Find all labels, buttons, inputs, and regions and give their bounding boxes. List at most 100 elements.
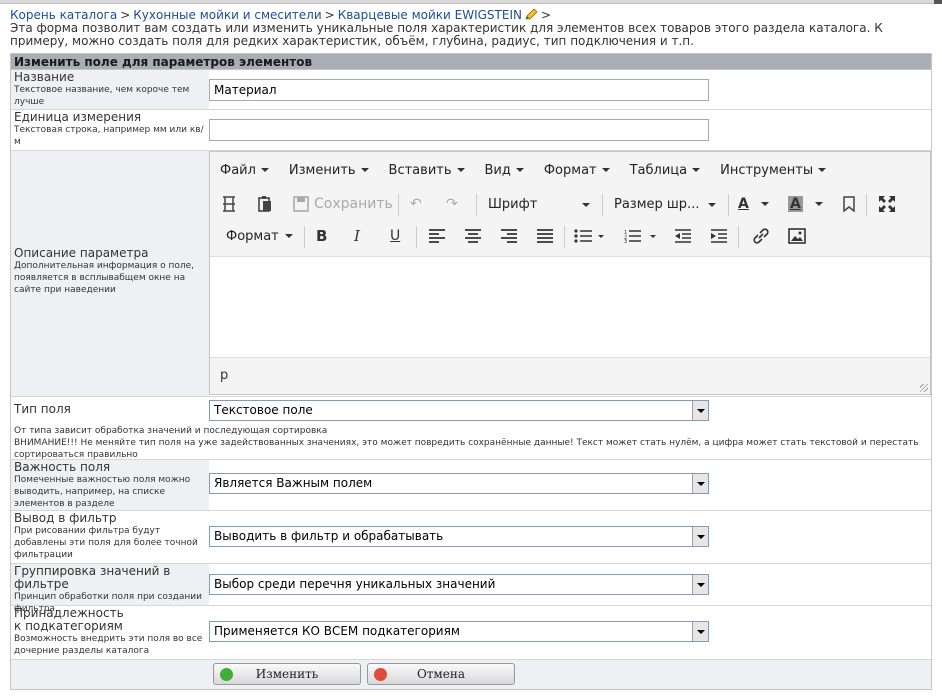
menu-view[interactable]: Вид xyxy=(485,163,524,178)
breadcrumb-separator: > xyxy=(324,8,335,22)
chevron-down-icon[interactable] xyxy=(692,401,708,420)
font-family-label: Шрифт xyxy=(488,196,538,212)
menu-table[interactable]: Таблица xyxy=(630,163,701,178)
row-unit: Единица измерения Текстовая строка, напри… xyxy=(11,110,931,151)
outdent-icon[interactable] xyxy=(674,224,692,248)
menu-edit[interactable]: Изменить xyxy=(289,163,369,178)
field-type-label: Тип поля xyxy=(14,402,71,416)
row-actions: Изменить Отмена xyxy=(11,660,931,689)
bookmark-icon[interactable] xyxy=(842,192,856,216)
link-icon[interactable] xyxy=(752,224,770,248)
filter-output-select[interactable]: Выводить в фильтр и обрабатывать xyxy=(209,526,709,547)
check-icon xyxy=(220,668,233,681)
font-family-dropdown[interactable]: Шрифт xyxy=(488,192,592,216)
breadcrumb-separator: > xyxy=(540,8,552,22)
cancel-icon xyxy=(374,668,387,681)
unit-label: Единица измерения xyxy=(14,110,142,124)
breadcrumb-root-link[interactable]: Корень каталога xyxy=(10,8,117,22)
filter-grouping-label: Группировка значений в фильтре xyxy=(14,564,171,591)
filter-output-value: Выводить в фильтр и обрабатывать xyxy=(214,529,444,543)
redo-icon[interactable]: ↷ xyxy=(446,192,458,216)
importance-desc: Помеченные важностью поля можно выводить… xyxy=(14,475,191,509)
cut-icon[interactable] xyxy=(220,192,238,216)
background-color-icon[interactable]: A xyxy=(788,192,823,216)
paste-icon[interactable] xyxy=(256,192,274,216)
filter-output-label: Вывод в фильтр xyxy=(14,511,117,525)
bullet-list-icon[interactable] xyxy=(574,224,604,248)
field-type-note: От типа зависит обработка значений и пос… xyxy=(14,426,328,436)
bold-icon[interactable]: B xyxy=(316,224,327,248)
editor-menubar: Файл Изменить Вставить Вид Формат Таблиц… xyxy=(210,152,930,188)
fullscreen-icon[interactable] xyxy=(878,192,896,216)
numbered-list-icon[interactable]: 123 xyxy=(624,224,656,248)
breadcrumb-current-link[interactable]: Кварцевые мойки EWIGSTEIN xyxy=(338,8,522,22)
save-button[interactable]: Сохранить xyxy=(292,192,393,216)
field-type-warning: ВНИМАНИЕ!!! Не меняйте тип поля на уже з… xyxy=(14,438,919,460)
description-label: Описание параметра xyxy=(14,246,149,260)
text-color-icon[interactable]: A xyxy=(738,192,769,216)
importance-value: Является Важным полем xyxy=(214,476,373,490)
menu-tools[interactable]: Инструменты xyxy=(720,163,826,178)
chevron-down-icon[interactable] xyxy=(692,622,708,641)
image-icon[interactable] xyxy=(788,224,806,248)
name-label: Название xyxy=(14,70,75,84)
unit-desc: Текстовая строка, например мм или кв/м xyxy=(14,125,204,147)
importance-select[interactable]: Является Важным полем xyxy=(209,473,709,494)
name-input[interactable] xyxy=(209,79,709,101)
breadcrumb-category-link[interactable]: Кухонные мойки и смесители xyxy=(133,8,321,22)
row-name: Название Текстовое название, чем короче т… xyxy=(11,70,931,110)
align-justify-icon[interactable] xyxy=(536,224,554,248)
indent-icon[interactable] xyxy=(710,224,728,248)
form-header: Изменить поле для параметров элементов xyxy=(11,54,931,70)
row-description: Описание параметра Дополнительная информа… xyxy=(11,151,931,397)
submit-button[interactable]: Изменить xyxy=(213,663,361,685)
subcategories-value: Применяется КО ВСЕМ подкатегориям xyxy=(214,624,460,638)
font-size-dropdown[interactable]: Размер шр... xyxy=(614,192,718,216)
editor-toolbar-2: Формат B I U 123 xyxy=(210,220,930,252)
subcategories-desc: Возможность внедрить эти поля во все доч… xyxy=(14,634,203,656)
rich-text-editor: Файл Изменить Вставить Вид Формат Таблиц… xyxy=(209,151,931,395)
subcategories-label: Принадлежность к подкатегориям xyxy=(14,606,124,633)
svg-text:3: 3 xyxy=(624,239,627,243)
unit-input[interactable] xyxy=(209,119,709,141)
cancel-label: Отмена xyxy=(416,667,466,681)
submit-label: Изменить xyxy=(255,667,319,681)
row-filter-output: Вывод в фильтр При рисовании фильтра буду… xyxy=(11,511,931,564)
row-filter-grouping: Группировка значений в фильтре Принцип об… xyxy=(11,564,931,614)
breadcrumb-separator: > xyxy=(120,8,131,22)
row-subcategories: Принадлежность к подкатегориям Возможност… xyxy=(11,606,931,660)
format-dropdown[interactable]: Формат xyxy=(226,224,293,248)
chevron-down-icon[interactable] xyxy=(692,575,708,594)
cancel-button[interactable]: Отмена xyxy=(367,663,515,685)
italic-icon[interactable]: I xyxy=(354,224,360,248)
format-label: Формат xyxy=(226,228,279,244)
editor-toolbar-1: Сохранить ↶ ↷ Шрифт Размер шр... A A xyxy=(210,188,930,220)
importance-label: Важность поля xyxy=(14,460,111,474)
font-size-label: Размер шр... xyxy=(614,196,700,212)
window-top-edge xyxy=(0,0,942,4)
underline-icon[interactable]: U xyxy=(390,224,400,248)
chevron-down-icon[interactable] xyxy=(692,474,708,493)
row-field-type-note: От типа зависит обработка значений и пос… xyxy=(11,423,931,460)
align-left-icon[interactable] xyxy=(428,224,446,248)
filter-grouping-select[interactable]: Выбор среди перечня уникальных значений xyxy=(209,574,709,595)
name-desc: Текстовое название, чем короче тем лучше xyxy=(14,85,190,107)
chevron-down-icon[interactable] xyxy=(692,527,708,546)
filter-grouping-value: Выбор среди перечня уникальных значений xyxy=(214,577,496,591)
field-type-select[interactable]: Текстовое поле xyxy=(209,400,709,421)
row-importance: Важность поля Помеченные важностью поля м… xyxy=(11,460,931,511)
intro-text: Эта форма позволит вам создать или измен… xyxy=(10,21,883,48)
align-right-icon[interactable] xyxy=(500,224,518,248)
save-label: Сохранить xyxy=(314,196,393,212)
menu-file[interactable]: Файл xyxy=(220,163,269,178)
align-center-icon[interactable] xyxy=(464,224,482,248)
menu-format[interactable]: Формат xyxy=(544,163,610,178)
row-field-type: Тип поля Текстовое поле xyxy=(11,397,931,423)
subcategories-select[interactable]: Применяется КО ВСЕМ подкатегориям xyxy=(209,621,709,642)
resize-grip-icon[interactable] xyxy=(920,384,928,392)
filter-output-desc: При рисовании фильтра будут добавлены эт… xyxy=(14,526,198,560)
undo-icon[interactable]: ↶ xyxy=(410,192,422,216)
editor-content-area[interactable] xyxy=(210,256,930,358)
menu-insert[interactable]: Вставить xyxy=(389,163,465,178)
field-type-value: Текстовое поле xyxy=(214,403,313,417)
